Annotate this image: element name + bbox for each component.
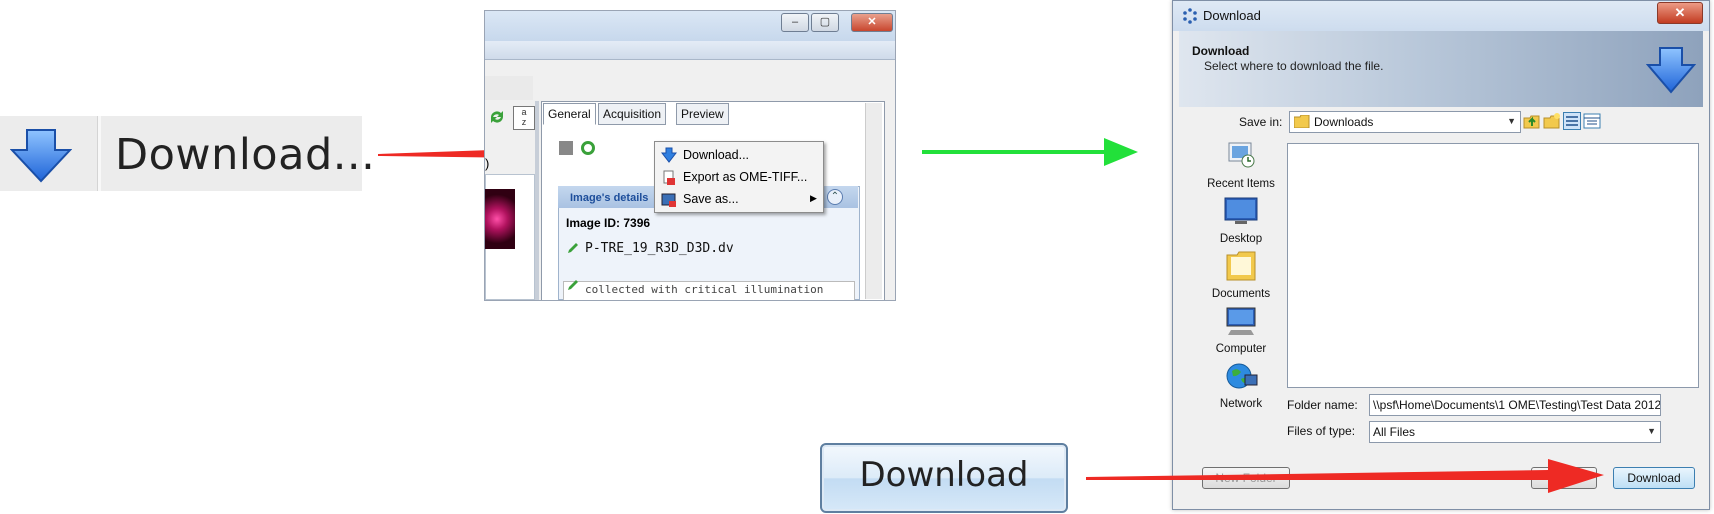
download-dialog: Download ✕ Download Select where to down…	[1172, 0, 1710, 510]
chevron-down-icon: ▼	[1507, 116, 1516, 126]
download-arrow-icon	[661, 147, 677, 163]
documents-folder-icon	[1226, 251, 1256, 281]
description-text: collected with critical illumination	[585, 283, 824, 296]
files-of-type-label: Files of type:	[1287, 424, 1356, 438]
close-button[interactable]: ✕	[1657, 2, 1703, 24]
list-view-icon[interactable]	[1563, 112, 1581, 130]
image-id: Image ID: 7396	[566, 216, 651, 230]
download-arrow-icon	[1646, 47, 1696, 94]
menu-item-export[interactable]: Export as OME-TIFF...	[683, 170, 807, 184]
refresh-icon[interactable]	[487, 107, 507, 127]
save-in-label: Save in:	[1239, 115, 1283, 129]
save-as-icon	[661, 193, 676, 207]
place-label: Recent Items	[1207, 178, 1275, 190]
folder-name-label: Folder name:	[1287, 398, 1358, 412]
file-list-area[interactable]	[1287, 143, 1699, 388]
left-toolbar	[485, 76, 533, 100]
sort-az-icon[interactable]: az	[513, 106, 535, 130]
edit-pencil-icon[interactable]	[567, 242, 579, 254]
image-thumbnail[interactable]	[485, 189, 515, 249]
folder-icon	[1294, 115, 1310, 128]
place-label: Network	[1219, 398, 1263, 410]
network-globe-icon	[1226, 363, 1258, 389]
app-logo-icon	[1183, 8, 1197, 24]
chevron-down-icon: ▼	[1647, 426, 1656, 436]
left-fragment: )	[485, 156, 490, 171]
maximize-button[interactable]: ▢	[811, 13, 839, 32]
place-documents[interactable]: Documents	[1191, 251, 1291, 300]
red-arrow-pointer	[1086, 459, 1604, 493]
places-bar: Recent Items Desktop Documents Computer …	[1191, 141, 1291, 447]
refresh-icon-small[interactable]	[581, 141, 595, 155]
place-label: Computer	[1215, 343, 1267, 355]
zoomed-download-button[interactable]: Download	[820, 443, 1068, 513]
details-view-icon[interactable]	[1583, 112, 1601, 130]
submenu-arrow-icon: ▶	[810, 193, 817, 203]
collapse-icon[interactable]: ⌃	[827, 189, 843, 205]
menu-item-save-as[interactable]: Save as...	[683, 192, 739, 206]
toolbar-square-icon[interactable]	[559, 141, 573, 155]
close-button[interactable]: ✕	[851, 13, 893, 32]
files-of-type-value: All Files	[1373, 425, 1416, 439]
download-arrow-icon	[10, 129, 72, 183]
download-button-label: Download	[859, 455, 1029, 495]
details-title: Image's details	[570, 192, 649, 204]
download-button[interactable]: Download	[1613, 467, 1695, 489]
save-in-value: Downloads	[1314, 115, 1374, 129]
place-recent-items[interactable]: Recent Items	[1191, 141, 1291, 190]
recent-items-icon	[1228, 142, 1255, 168]
tab-general[interactable]: General	[543, 103, 596, 125]
vertical-scrollbar[interactable]	[865, 103, 882, 299]
context-menu: Download... Export as OME-TIFF... Save a…	[654, 141, 824, 213]
separator	[97, 116, 101, 191]
tab-acquisition[interactable]: Acquisition	[598, 103, 667, 125]
edit-pencil-icon[interactable]	[567, 279, 579, 291]
splitter[interactable]	[535, 101, 539, 300]
place-computer[interactable]: Computer	[1191, 306, 1291, 355]
zoomed-download-toolbar-button[interactable]: Download...	[0, 116, 375, 191]
place-network[interactable]: Network	[1191, 361, 1291, 410]
new-folder-icon[interactable]	[1543, 112, 1561, 130]
file-name: P-TRE_19_R3D_D3D.dv	[585, 241, 734, 256]
place-label: Documents	[1211, 288, 1271, 300]
place-desktop[interactable]: Desktop	[1191, 196, 1291, 245]
download-label: Download...	[115, 130, 376, 180]
folder-name-value: \\psf\Home\Documents\1 OME\Testing\Test …	[1373, 398, 1661, 412]
up-folder-icon[interactable]	[1523, 112, 1541, 130]
folder-name-input[interactable]: \\psf\Home\Documents\1 OME\Testing\Test …	[1369, 394, 1661, 416]
desktop-icon	[1224, 197, 1258, 224]
banner-subtitle: Select where to download the file.	[1204, 59, 1384, 73]
context-menu-screenshot: – ▢ ✕ ) az General Acquisition Preview I…	[484, 10, 896, 301]
files-of-type-select[interactable]: All Files ▼	[1369, 421, 1661, 443]
green-arrow-pointer	[922, 138, 1138, 166]
banner-heading: Download	[1192, 44, 1250, 58]
dialog-title: Download	[1203, 8, 1261, 23]
menu-item-download[interactable]: Download...	[683, 148, 749, 162]
export-icon	[663, 170, 675, 185]
computer-icon	[1226, 307, 1256, 335]
menu-strip	[485, 41, 895, 60]
tab-preview[interactable]: Preview	[676, 103, 729, 125]
save-in-select[interactable]: Downloads ▼	[1289, 111, 1521, 133]
place-label: Desktop	[1219, 233, 1263, 245]
minimize-button[interactable]: –	[781, 13, 809, 32]
